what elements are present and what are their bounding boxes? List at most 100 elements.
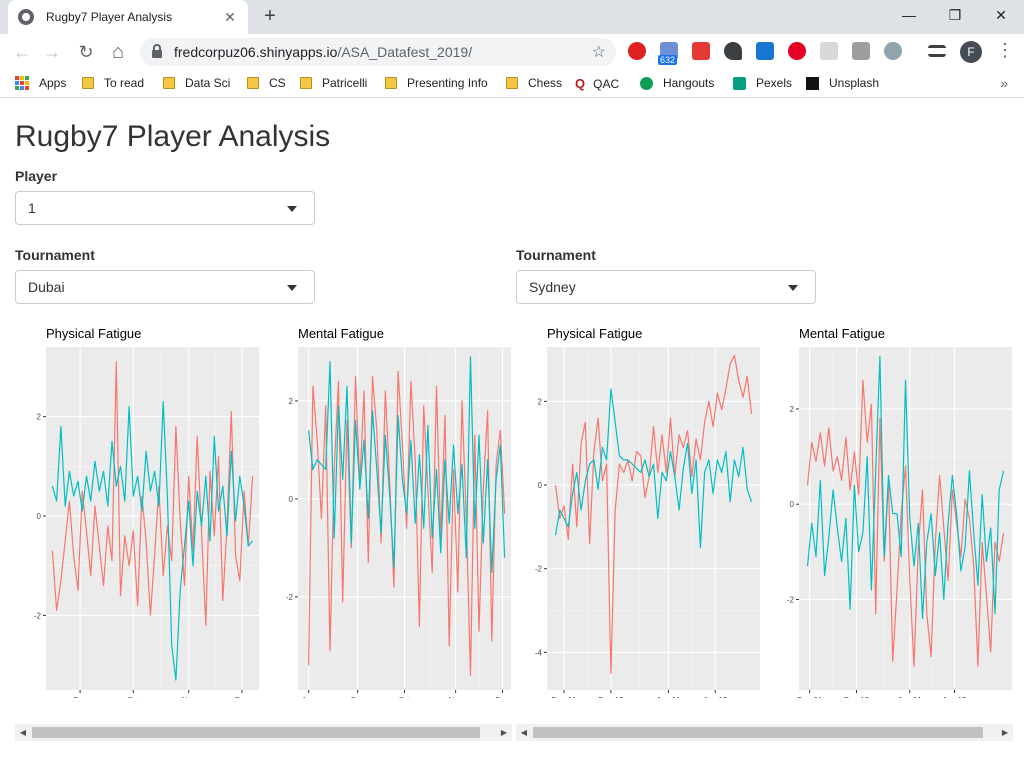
x-tick-label: Sep	[351, 696, 366, 698]
bookmark-data-sci[interactable]: Data Sci	[163, 76, 230, 90]
close-window-button[interactable]: ✕	[978, 0, 1024, 30]
folder-icon	[506, 77, 518, 89]
x-tick-label: Nov	[449, 696, 463, 698]
bookmark-label: Data Sci	[185, 76, 231, 90]
gmail-badge: 632	[658, 55, 678, 65]
scroll-right-icon[interactable]: ▶	[496, 724, 512, 741]
caret-down-icon	[287, 285, 297, 291]
tournament-select-left[interactable]: Dubai	[15, 270, 315, 304]
tournament-label-right: Tournament	[516, 247, 596, 263]
folder-icon	[300, 77, 312, 89]
right-plot-scrollbar[interactable]: ◀ ▶	[516, 724, 1013, 741]
chart-title: Physical Fatigue	[46, 326, 141, 341]
y-tick-label: -4	[535, 648, 543, 657]
y-tick-label: 0	[790, 500, 795, 509]
scroll-left-icon[interactable]: ◀	[15, 724, 31, 741]
new-tab-button[interactable]: +	[258, 5, 282, 29]
restore-button[interactable]: ❐	[932, 0, 978, 30]
x-tick-label: Dec 01	[797, 696, 823, 698]
x-tick-label: Jan 01	[656, 696, 681, 698]
scrollbar-thumb[interactable]	[533, 727, 983, 738]
bookmark-label: Hangouts	[663, 76, 715, 90]
ext-search-icon[interactable]	[884, 42, 902, 60]
folder-icon	[385, 77, 397, 89]
tab-close-icon[interactable]: ✕	[222, 9, 238, 26]
home-button[interactable]: ⌂	[106, 40, 130, 64]
globe-icon	[18, 9, 34, 25]
media-control-icon[interactable]	[928, 45, 946, 57]
folder-icon	[82, 77, 94, 89]
folder-icon	[163, 77, 175, 89]
ext-s-icon[interactable]	[756, 42, 774, 60]
ext-pinterest-icon[interactable]	[788, 42, 806, 60]
address-bar[interactable]: fredcorpuz06.shinyapps.io /ASA_Datafest_…	[140, 38, 616, 66]
ext-adblock-icon[interactable]	[628, 42, 646, 60]
x-tick-label: Dec	[495, 696, 509, 698]
bookmarks-bar: Apps To read Data Sci CS Patricelli Pres…	[0, 70, 1024, 98]
y-tick-label: 2	[790, 405, 795, 414]
url-path: /ASA_Datafest_2019/	[337, 44, 473, 60]
forward-button[interactable]: →	[40, 40, 64, 64]
caret-down-icon	[788, 285, 798, 291]
left-plot-scrollbar[interactable]: ◀ ▶	[15, 724, 512, 741]
tournament-select-right[interactable]: Sydney	[516, 270, 816, 304]
ext-youtube-icon[interactable]	[692, 42, 710, 60]
x-tick-label: Oct	[398, 696, 411, 698]
profile-avatar[interactable]: F	[960, 41, 982, 63]
tournament-label-left: Tournament	[15, 247, 95, 263]
bookmark-pexels[interactable]: Pexels	[733, 76, 792, 90]
y-tick-label: -2	[535, 565, 543, 574]
browser-tab-strip: Rugby7 Player Analysis ✕ + — ❐ ✕	[0, 0, 1024, 34]
ext-k-icon[interactable]	[852, 42, 870, 60]
physical-fatigue-chart-left: Physical Fatigue -2 0 2 Sep Oct Nov Dec	[34, 326, 259, 698]
browser-menu-icon[interactable]: ⋮	[996, 40, 1014, 61]
bookmark-label: Patricelli	[322, 76, 368, 90]
scroll-right-icon[interactable]: ▶	[997, 724, 1013, 741]
player-select-value: 1	[28, 200, 36, 216]
unsplash-icon	[806, 76, 819, 90]
bookmark-label: CS	[269, 76, 286, 90]
right-plot-container: Physical Fatigue -4 -2 0 2 Dec 01 Dec 15 Jan 01…	[516, 318, 1024, 698]
bookmark-hangouts[interactable]: Hangouts	[640, 76, 714, 90]
back-button[interactable]: ←	[10, 40, 34, 64]
lock-icon	[152, 44, 162, 58]
reload-button[interactable]: ↻	[74, 40, 98, 64]
bookmark-star-icon[interactable]: ☆	[592, 42, 606, 62]
bookmark-label: QAC	[593, 76, 620, 91]
minimize-button[interactable]: —	[886, 0, 932, 30]
caret-down-icon	[287, 206, 297, 212]
bookmark-unsplash[interactable]: Unsplash	[806, 76, 879, 90]
bookmarks-overflow-icon[interactable]: »	[1000, 75, 1008, 91]
player-label: Player	[15, 168, 58, 184]
page-title: Rugby7 Player Analysis	[15, 120, 331, 153]
tournament-select-right-value: Sydney	[529, 279, 576, 295]
bookmark-label: Apps	[39, 76, 67, 90]
y-tick-label: -2	[34, 611, 42, 620]
y-tick-label: -2	[286, 593, 294, 602]
qac-logo-icon: Q	[575, 76, 586, 91]
player-select[interactable]: 1	[15, 191, 315, 225]
scrollbar-thumb[interactable]	[32, 727, 480, 738]
browser-toolbar: ← → ↻ ⌂ fredcorpuz06.shinyapps.io /ASA_D…	[0, 34, 1024, 70]
url-host: fredcorpuz06.shinyapps.io	[174, 44, 338, 60]
bookmark-presenting-info[interactable]: Presenting Info	[385, 76, 488, 90]
x-tick-label: Oct	[127, 696, 140, 698]
ext-rocket-icon[interactable]	[724, 42, 742, 60]
pexels-icon	[733, 76, 746, 90]
x-tick-label: Jan 01	[898, 696, 923, 698]
tournament-select-left-value: Dubai	[28, 279, 65, 295]
x-tick-label: Dec 01	[551, 696, 577, 698]
bookmark-cs[interactable]: CS	[247, 76, 286, 90]
bookmark-apps[interactable]: Apps	[15, 76, 66, 90]
scroll-left-icon[interactable]: ◀	[516, 724, 532, 741]
folder-icon	[247, 77, 259, 89]
bookmark-chess[interactable]: Chess	[506, 76, 562, 90]
plot-panel	[547, 347, 760, 690]
x-tick-label: Jan 15	[942, 696, 967, 698]
browser-tab[interactable]: Rugby7 Player Analysis ✕	[8, 0, 248, 34]
bookmark-qac[interactable]: Q QAC	[575, 76, 619, 91]
bookmark-to-read[interactable]: To read	[82, 76, 144, 90]
bookmark-patricelli[interactable]: Patricelli	[300, 76, 367, 90]
ext-grey-icon[interactable]	[820, 42, 838, 60]
y-tick-label: -2	[787, 595, 795, 604]
